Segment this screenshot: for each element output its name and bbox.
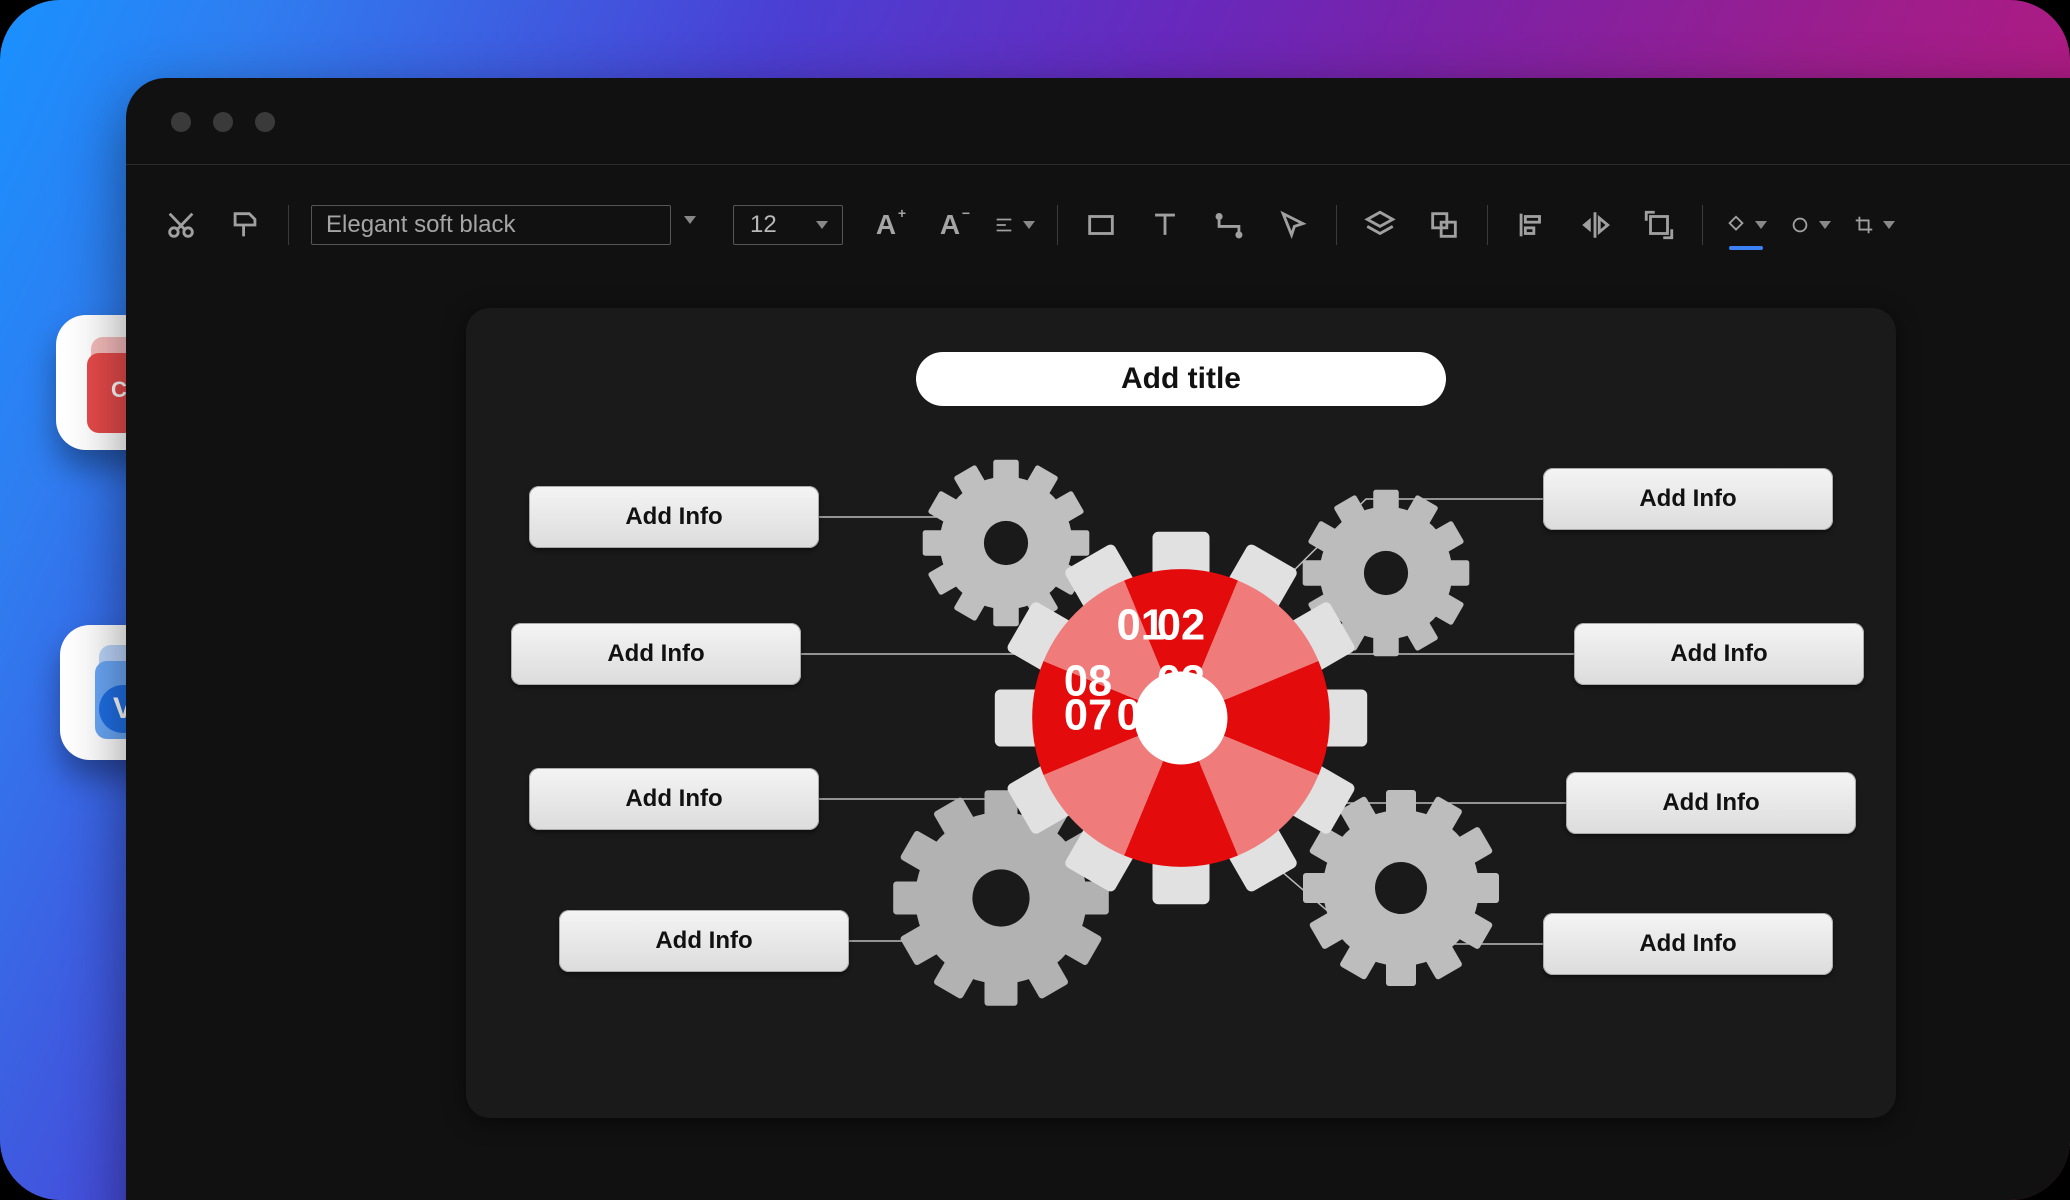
toolbar-separator <box>1336 205 1337 245</box>
shape-rect-icon[interactable] <box>1080 204 1122 246</box>
toolbar-separator <box>1702 205 1703 245</box>
fill-color-icon[interactable] <box>1725 204 1767 246</box>
flip-horizontal-icon[interactable] <box>1574 204 1616 246</box>
seg-02: 02 <box>1157 602 1205 650</box>
window-controls[interactable] <box>171 112 275 132</box>
decrease-font-icon[interactable]: A− <box>929 204 971 246</box>
chevron-down-icon <box>684 216 696 224</box>
toolbar-separator <box>1057 205 1058 245</box>
layers-icon[interactable] <box>1359 204 1401 246</box>
window-close-dot[interactable] <box>171 112 191 132</box>
toolbar-separator <box>288 205 289 245</box>
font-name-value: Elegant soft black <box>326 211 515 239</box>
crop-icon[interactable] <box>1853 204 1895 246</box>
info-box-l4[interactable]: Add Info <box>559 910 849 972</box>
seg-08: 08 <box>1064 657 1112 705</box>
info-box-r1[interactable]: Add Info <box>1543 468 1833 530</box>
info-box-r4[interactable]: Add Info <box>1543 913 1833 975</box>
info-box-l2[interactable]: Add Info <box>511 623 801 685</box>
diagram-canvas[interactable]: Add title <box>466 308 1896 1118</box>
info-box-r2[interactable]: Add Info <box>1574 623 1864 685</box>
window-min-dot[interactable] <box>213 112 233 132</box>
cut-icon[interactable] <box>160 204 202 246</box>
pointer-tool-icon[interactable] <box>1272 204 1314 246</box>
size-position-icon[interactable] <box>1638 204 1680 246</box>
toolbar-separator <box>1487 205 1488 245</box>
group-icon[interactable] <box>1423 204 1465 246</box>
align-left-icon[interactable] <box>1510 204 1552 246</box>
toolbar-divider <box>126 164 2070 165</box>
line-style-icon[interactable] <box>1789 204 1831 246</box>
align-icon[interactable] <box>993 204 1035 246</box>
connector-tool-icon[interactable] <box>1208 204 1250 246</box>
font-name-select[interactable]: Elegant soft black <box>311 205 671 245</box>
font-size-value: 12 <box>750 211 777 239</box>
background-card: CAD V <box>0 0 2070 1200</box>
toolbar: Elegant soft black 12 A+ A− <box>126 193 2070 257</box>
info-box-r3[interactable]: Add Info <box>1566 772 1856 834</box>
window-max-dot[interactable] <box>255 112 275 132</box>
chevron-down-icon <box>816 221 828 229</box>
text-tool-icon[interactable] <box>1144 204 1186 246</box>
increase-font-icon[interactable]: A+ <box>865 204 907 246</box>
format-painter-icon[interactable] <box>224 204 266 246</box>
info-box-l1[interactable]: Add Info <box>529 486 819 548</box>
app-window: Elegant soft black 12 A+ A− <box>126 78 2070 1200</box>
segmented-wheel[interactable]: 01 02 03 04 05 06 07 08 <box>1026 563 1336 873</box>
info-box-l3[interactable]: Add Info <box>529 768 819 830</box>
font-size-select[interactable]: 12 <box>733 205 843 245</box>
seg-06: 06 <box>1117 691 1165 739</box>
